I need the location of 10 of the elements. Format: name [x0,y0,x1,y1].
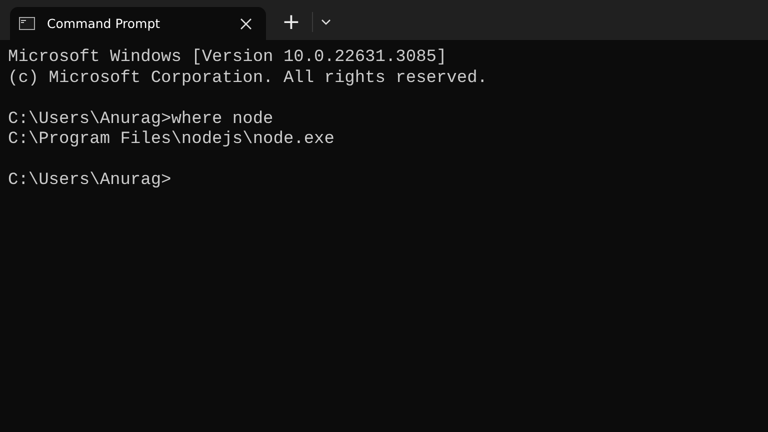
output-line: C:\Users\Anurag>where node [8,110,274,130]
output-line: Microsoft Windows [Version 10.0.22631.3085] [8,48,447,68]
terminal-icon [19,17,35,30]
output-line: C:\Program Files\nodejs\node.exe [8,130,334,150]
new-tab-button[interactable]: + [278,11,304,35]
output-line: (c) Microsoft Corporation. All rights reserved. [8,68,488,89]
output-line: C:\Users\Anurag> [8,171,172,192]
chevron-down-icon[interactable] [321,19,332,25]
terminal-tab[interactable]: Command Prompt [10,7,266,40]
close-icon[interactable] [240,18,252,30]
